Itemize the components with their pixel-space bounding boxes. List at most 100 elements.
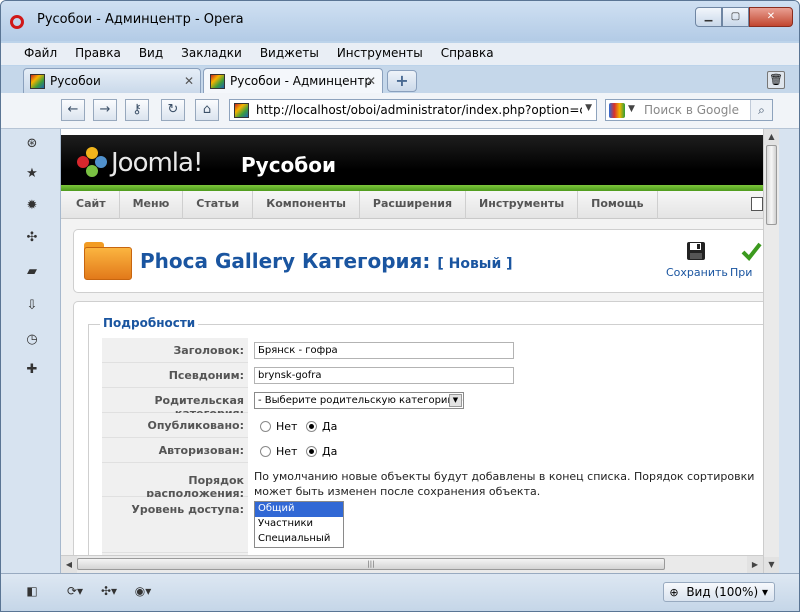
- admin-menu-site[interactable]: Сайт: [63, 191, 120, 219]
- tab-site[interactable]: Русобои ✕: [23, 68, 201, 93]
- authorized-no-radio[interactable]: [260, 446, 271, 457]
- published-no-radio[interactable]: [260, 421, 271, 432]
- menu-tools[interactable]: Инструменты: [328, 43, 432, 65]
- sync-icon[interactable]: ⟳▾: [61, 582, 89, 600]
- authorized-yes-radio[interactable]: [306, 446, 317, 457]
- checkmark-icon: [741, 242, 762, 262]
- scroll-down-icon[interactable]: ▼: [764, 557, 779, 573]
- downloads-icon[interactable]: ⇩: [23, 297, 41, 315]
- access-option-public[interactable]: Общий: [255, 502, 343, 517]
- published-yes-radio[interactable]: [306, 421, 317, 432]
- back-button[interactable]: ←: [61, 99, 85, 121]
- add-panel-icon[interactable]: ✚: [23, 361, 41, 379]
- access-option-registered[interactable]: Участники: [255, 517, 343, 532]
- admin-menu-extensions[interactable]: Расширения: [360, 191, 467, 219]
- bookmarks-icon[interactable]: ★: [23, 165, 41, 183]
- joomla-header: Joomla! Русобои: [61, 129, 763, 185]
- title-input[interactable]: Брянск - гофра: [254, 342, 514, 359]
- turbo-icon[interactable]: ◉▾: [129, 582, 157, 600]
- menu-bookmarks[interactable]: Закладки: [172, 43, 251, 65]
- reload-button[interactable]: ↻: [161, 99, 185, 121]
- maximize-button[interactable]: ▢: [722, 7, 749, 27]
- google-icon[interactable]: [609, 103, 625, 118]
- home-button[interactable]: ⌂: [195, 99, 219, 121]
- apply-label: При: [730, 266, 753, 279]
- scroll-right-icon[interactable]: ▶: [747, 556, 763, 573]
- menu-help[interactable]: Справка: [432, 43, 503, 65]
- parent-category-value: - Выберите родительскую категорию -: [258, 395, 463, 406]
- new-tab-button[interactable]: +: [387, 70, 417, 92]
- alias-label: Псевдоним:: [102, 363, 248, 388]
- chevron-down-icon[interactable]: ▼: [449, 394, 462, 407]
- history-icon[interactable]: ◷: [23, 331, 41, 349]
- access-level-listbox[interactable]: Общий Участники Специальный: [254, 501, 344, 548]
- scroll-up-icon[interactable]: ▲: [764, 129, 779, 145]
- access-option-special[interactable]: Специальный: [255, 532, 343, 547]
- menu-view[interactable]: Вид: [130, 43, 172, 65]
- forward-button[interactable]: →: [93, 99, 117, 121]
- chevron-down-icon[interactable]: ▼: [628, 104, 635, 114]
- vertical-scrollbar[interactable]: ▲ ▼: [763, 129, 779, 573]
- notes-icon[interactable]: ▰: [23, 263, 41, 281]
- admin-menu-articles[interactable]: Статьи: [183, 191, 254, 219]
- search-field[interactable]: ▼ Поиск в Google ⌕: [605, 99, 773, 121]
- menu-file[interactable]: Файл: [15, 43, 66, 65]
- parent-label: Родительская категория:: [102, 388, 248, 420]
- widgets-icon[interactable]: ✹: [23, 197, 41, 215]
- menu-widgets[interactable]: Виджеты: [251, 43, 328, 65]
- side-panel: ⊛ ★ ✹ ✣ ▰ ⇩ ◷ ✚: [1, 129, 61, 573]
- unite-icon[interactable]: ✣: [23, 229, 41, 247]
- admin-menu-help[interactable]: Помощь: [578, 191, 658, 219]
- zoom-label: Вид (100%): [686, 585, 759, 599]
- parent-row: Родительская категория: - Выберите родит…: [102, 388, 763, 420]
- scroll-left-icon[interactable]: ◀: [61, 556, 77, 573]
- alias-row: Псевдоним: brynsk-gofra: [102, 363, 763, 388]
- menu-bar: Файл Правка Вид Закладки Виджеты Инструм…: [1, 43, 799, 65]
- title-bar: Русобои - Админцентр - Opera ▁ ▢ ✕: [1, 1, 799, 41]
- window-controls: ▁ ▢ ✕: [695, 7, 793, 27]
- published-row: Опубликовано: Нет Да: [102, 413, 763, 438]
- tab-close-icon[interactable]: ✕: [366, 74, 376, 88]
- save-button[interactable]: Сохранить: [666, 240, 728, 286]
- horizontal-scroll-thumb[interactable]: |||: [77, 558, 665, 570]
- access-label: Уровень доступа:: [102, 497, 248, 553]
- address-field[interactable]: http://localhost/oboi/administrator/inde…: [229, 99, 597, 121]
- zoom-control[interactable]: ⊕ Вид (100%) ▾: [663, 582, 775, 602]
- status-bar: ◧ ⟳▾ ✣▾ ◉▾ ⊕ Вид (100%) ▾: [1, 573, 799, 611]
- admin-menu-components[interactable]: Компоненты: [253, 191, 360, 219]
- authorized-label: Авторизован:: [102, 438, 248, 463]
- access-row: Уровень доступа: Общий Участники Специал…: [102, 497, 763, 553]
- parent-category-select[interactable]: - Выберите родительскую категорию - ▼: [254, 392, 464, 409]
- details-panel: Подробности Заголовок: Брянск - гофра Пс…: [73, 301, 763, 573]
- chevron-down-icon[interactable]: ▾: [762, 585, 768, 599]
- admin-menu-menus[interactable]: Меню: [120, 191, 184, 219]
- panel-toggle-icon[interactable]: ◧: [21, 582, 43, 600]
- apply-button[interactable]: При: [730, 240, 763, 286]
- page-content: Joomla! Русобои Сайт Меню Статьи Компоне…: [61, 129, 763, 573]
- tab-admin[interactable]: Русобои - Админцентр ✕: [203, 68, 383, 93]
- browser-window: Русобои - Админцентр - Opera ▁ ▢ ✕ Файл …: [0, 0, 800, 612]
- zoom-icon: ⊕: [669, 586, 679, 599]
- unite-status-icon[interactable]: ✣▾: [95, 582, 123, 600]
- tab-label: Русобои - Админцентр: [230, 74, 372, 88]
- admin-menu-tools[interactable]: Инструменты: [466, 191, 579, 219]
- trash-icon[interactable]: 🗑: [767, 71, 785, 89]
- search-input[interactable]: Поиск в Google: [644, 103, 739, 117]
- alias-input[interactable]: brynsk-gofra: [254, 367, 514, 384]
- search-icon[interactable]: ⌕: [750, 100, 772, 120]
- menu-edit[interactable]: Правка: [66, 43, 130, 65]
- close-button[interactable]: ✕: [749, 7, 793, 27]
- folder-icon: [84, 242, 132, 280]
- horizontal-scrollbar[interactable]: ◀ ||| ▶: [61, 555, 763, 573]
- url-text[interactable]: http://localhost/oboi/administrator/inde…: [256, 103, 582, 117]
- wand-key-button[interactable]: ⚷: [125, 99, 149, 121]
- tab-close-icon[interactable]: ✕: [184, 74, 194, 88]
- minimize-button[interactable]: ▁: [695, 7, 722, 27]
- speed-dial-icon[interactable]: ⊛: [23, 135, 41, 153]
- chevron-down-icon[interactable]: ▼: [585, 103, 592, 113]
- published-label: Опубликовано:: [102, 413, 248, 438]
- preview-icon[interactable]: [751, 197, 763, 211]
- vertical-scroll-thumb[interactable]: [766, 145, 777, 225]
- joomla-wordmark: Joomla!: [111, 148, 203, 178]
- site-favicon-icon: [234, 103, 249, 118]
